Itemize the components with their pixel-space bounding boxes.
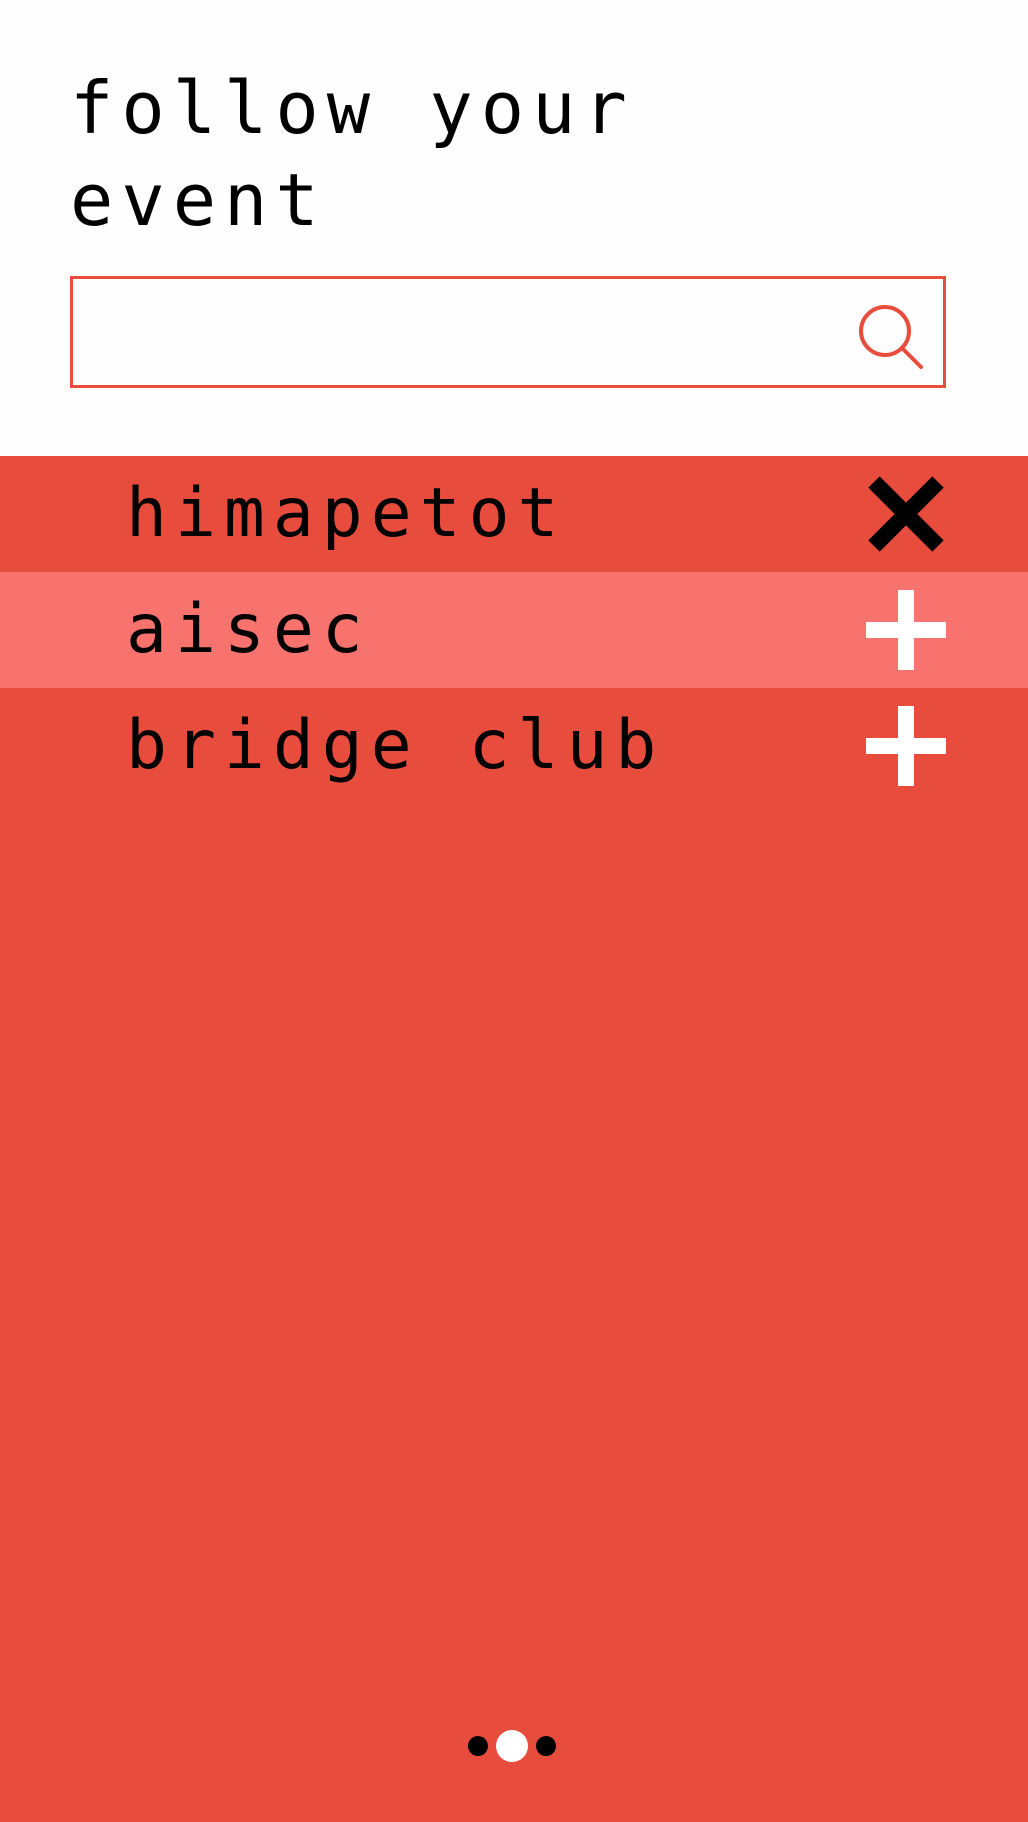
page-dot-1[interactable] [468,1736,488,1756]
search-box[interactable] [70,276,946,388]
event-row-himapetot[interactable]: himapetot [0,456,1028,572]
page-dot-3[interactable] [536,1736,556,1756]
event-label: aisec [126,590,371,669]
event-row-bridge-club[interactable]: bridge club [0,688,1028,804]
page-title: follow your event [70,66,635,242]
search-icon[interactable] [857,303,925,371]
event-row-aisec[interactable]: aisec [0,572,1028,688]
page-dot-2-active[interactable] [496,1730,528,1762]
event-list: himapetot aisec bridge club [0,456,1028,1822]
close-icon[interactable] [864,472,948,556]
header: follow your event [0,0,1028,456]
page-indicator [0,1722,1028,1772]
plus-icon[interactable] [864,588,948,672]
plus-icon[interactable] [864,704,948,788]
event-label: himapetot [126,474,567,553]
search-input[interactable] [89,293,853,373]
event-label: bridge club [126,706,665,785]
